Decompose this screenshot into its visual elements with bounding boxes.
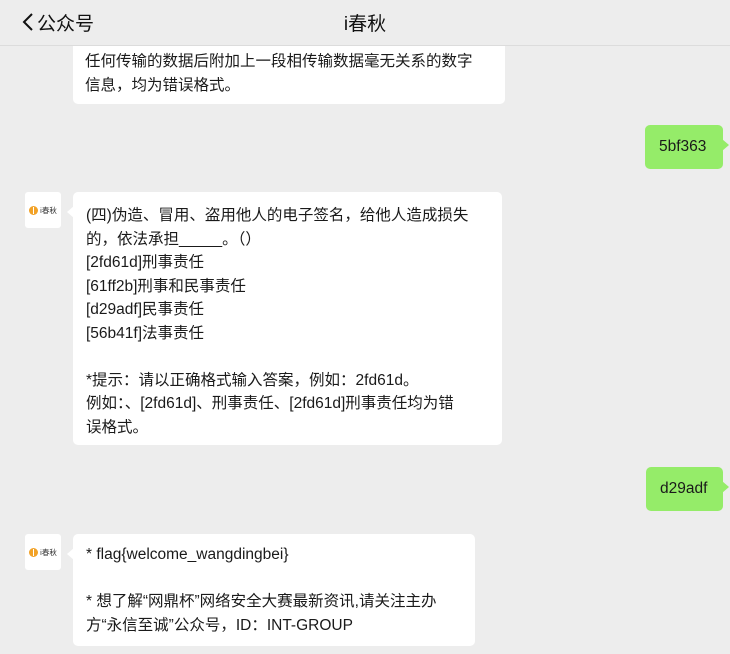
- message-self-2: d29adf: [646, 467, 729, 511]
- avatar-name: i春秋: [40, 205, 57, 215]
- page-title: i春秋: [343, 14, 387, 35]
- brand-logo-icon: [29, 205, 39, 215]
- hint-line: 误格式。: [86, 418, 149, 436]
- option-d29adf: [d29adf]民事责任: [86, 301, 205, 318]
- message-text-line: 信息，均为错误格式。: [85, 76, 241, 94]
- option-61ff2b: [61ff2b]刑事和民事责任: [86, 277, 246, 295]
- message-text-line: 的，依法承担_____。（）: [86, 230, 261, 248]
- avatar[interactable]: i春秋: [25, 192, 61, 228]
- hint-line: 例如：、[2fd61d]、刑事责任、[2fd61d]刑事责任均为错: [86, 395, 454, 412]
- avatar[interactable]: i春秋: [25, 534, 61, 570]
- reply-text: 5bf363: [659, 138, 707, 155]
- message-bot-flag: * flag{welcome_wangdingbei} * 想了解“网鼎杯”网络…: [67, 534, 475, 646]
- hint-line: *提示：请以正确格式输入答案，例如：2fd61d。: [86, 371, 419, 389]
- brand-logo-icon: [29, 547, 39, 557]
- message-self-1: 5bf363: [645, 125, 729, 169]
- flag-text: * flag{welcome_wangdingbei}: [86, 546, 289, 563]
- option-2fd61d: [2fd61d]刑事责任: [86, 254, 205, 271]
- title-bar: 公众号 i春秋: [0, 0, 730, 46]
- message-text-line: * 想了解“网鼎杯”网络安全大赛最新资讯,请关注主办: [86, 593, 437, 610]
- message-bot-question: (四)伪造、冒用、盗用他人的电子签名，给他人造成损失 的，依法承担_____。（…: [67, 192, 502, 445]
- option-56b41f: [56b41f]法事责任: [86, 324, 205, 342]
- message-text-line: 方“永信至诚”公众号，ID：INT-GROUP: [86, 616, 353, 634]
- reply-text: d29adf: [660, 480, 708, 497]
- message-text-line: 任何传输的数据后附加上一段相传输数据毫无关系的数字: [85, 53, 473, 70]
- avatar-name: i春秋: [40, 547, 57, 557]
- message-text-line: (四)伪造、冒用、盗用他人的电子签名，给他人造成损失: [86, 207, 469, 224]
